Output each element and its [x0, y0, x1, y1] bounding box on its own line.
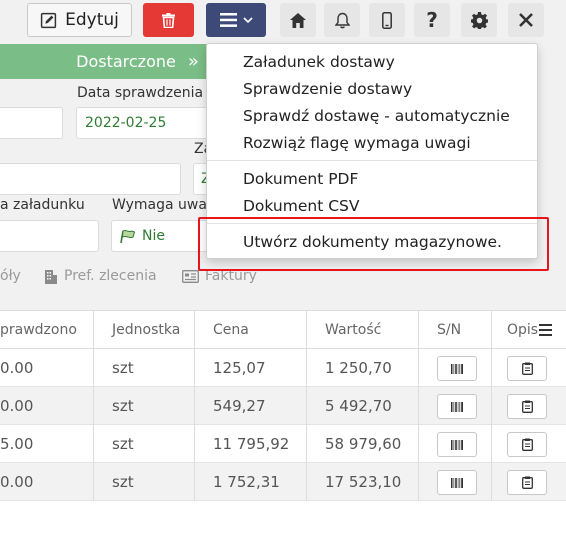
- help-icon: ?: [426, 8, 438, 32]
- bell-icon: [334, 12, 350, 28]
- invoice-icon: [182, 269, 199, 283]
- delete-button[interactable]: [143, 3, 194, 37]
- status-bar[interactable]: Dostarczone »: [0, 44, 220, 79]
- left-field-1[interactable]: [0, 107, 63, 139]
- col-jednostka[interactable]: Jednostka: [112, 311, 180, 349]
- gear-icon: [470, 11, 488, 29]
- cell-jednostka: szt: [112, 397, 134, 415]
- items-table: prawdzono Jednostka Cena Wartość S/N Opi…: [0, 310, 566, 536]
- edit-icon: [40, 12, 57, 28]
- cell-sprawdzono: 0.00: [0, 359, 34, 377]
- close-icon: [519, 13, 533, 27]
- menu-item-dokument-pdf[interactable]: Dokument PDF: [243, 170, 358, 188]
- menu-item-sprawdzenie[interactable]: Sprawdzenie dostawy: [243, 80, 412, 98]
- table-row[interactable]: 0.00 szt 125,07 1 250,70: [0, 349, 566, 387]
- menu-item-zaladunek[interactable]: Załadunek dostawy: [243, 53, 395, 71]
- hamburger-icon: [219, 13, 237, 27]
- wymaga-uwagi-field[interactable]: Nie: [111, 220, 211, 252]
- description-button[interactable]: [507, 356, 547, 381]
- cell-jednostka: szt: [112, 435, 134, 453]
- data-sprawdzenia-field[interactable]: 2022-02-25: [76, 107, 216, 139]
- description-button[interactable]: [507, 470, 547, 495]
- tab-pref-zlecenia-label: Pref. zlecenia: [64, 268, 157, 284]
- col-cena[interactable]: Cena: [213, 311, 249, 349]
- column-divider: [93, 311, 94, 501]
- col-opis[interactable]: Opis: [507, 311, 538, 349]
- barcode-button[interactable]: [437, 470, 477, 495]
- left-field-2[interactable]: [0, 163, 181, 195]
- menu-item-rozwiaz-flage[interactable]: Rozwiąż flagę wymaga uwagi: [243, 134, 471, 152]
- tab-produkty-label: óły: [0, 268, 21, 284]
- status-label: Dostarczone: [76, 52, 176, 71]
- edit-button-label: Edytuj: [65, 10, 119, 30]
- column-divider: [491, 311, 492, 501]
- description-button[interactable]: [507, 432, 547, 457]
- help-button[interactable]: ?: [414, 3, 450, 37]
- column-menu-icon[interactable]: [539, 311, 552, 349]
- notifications-button[interactable]: [324, 3, 360, 37]
- highlight-box: [198, 217, 549, 271]
- mobile-icon: [382, 11, 392, 29]
- data-sprawdzenia-label: Data sprawdzenia: [77, 85, 204, 101]
- wymaga-uwagi-value: Nie: [142, 228, 165, 244]
- data-sprawdzenia-value: 2022-02-25: [85, 115, 167, 131]
- cell-cena: 1 752,31: [213, 473, 280, 491]
- close-button[interactable]: [508, 3, 544, 37]
- actions-menu-button[interactable]: [206, 3, 266, 37]
- barcode-icon: [451, 477, 463, 488]
- cell-cena: 549,27: [213, 397, 266, 415]
- clipboard-icon: [521, 476, 533, 489]
- barcode-icon: [451, 439, 463, 450]
- settings-button[interactable]: [461, 3, 497, 37]
- barcode-button[interactable]: [437, 394, 477, 419]
- flag-icon: [120, 229, 136, 243]
- home-button[interactable]: [280, 3, 316, 37]
- cell-wartosc: 1 250,70: [325, 359, 392, 377]
- mobile-button[interactable]: [369, 3, 405, 37]
- chevron-down-icon: [242, 16, 253, 23]
- trash-icon: [162, 12, 175, 28]
- column-divider: [418, 311, 419, 501]
- toolbar: Edytuj ?: [0, 0, 566, 40]
- cell-sprawdzono: 0.00: [0, 473, 34, 491]
- table-row[interactable]: 0.00 szt 549,27 5 492,70: [0, 387, 566, 425]
- column-divider: [194, 311, 195, 501]
- barcode-button[interactable]: [437, 432, 477, 457]
- col-sprawdzono[interactable]: prawdzono: [0, 311, 77, 349]
- home-icon: [290, 12, 306, 28]
- menu-divider: [207, 160, 537, 161]
- cell-sprawdzono: 0.00: [0, 397, 34, 415]
- cell-cena: 11 795,92: [213, 435, 290, 453]
- menu-item-dokument-csv[interactable]: Dokument CSV: [243, 197, 359, 215]
- barcode-button[interactable]: [437, 356, 477, 381]
- col-wartosc[interactable]: Wartość: [325, 311, 381, 349]
- cell-wartosc: 58 979,60: [325, 435, 402, 453]
- barcode-icon: [451, 363, 463, 374]
- tab-produkty[interactable]: óły: [0, 268, 21, 284]
- zaladunku-label: a załadunku: [0, 197, 85, 213]
- cell-wartosc: 5 492,70: [325, 397, 392, 415]
- cell-wartosc: 17 523,10: [325, 473, 402, 491]
- cell-sprawdzono: 5.00: [0, 435, 34, 453]
- cell-cena: 125,07: [213, 359, 266, 377]
- cell-jednostka: szt: [112, 473, 134, 491]
- column-divider: [306, 311, 307, 501]
- description-button[interactable]: [507, 394, 547, 419]
- wymaga-uwagi-label: Wymaga uwag: [112, 197, 216, 213]
- zaladunku-field[interactable]: [0, 220, 99, 252]
- menu-item-sprawdz-automatycznie[interactable]: Sprawdź dostawę - automatycznie: [243, 107, 510, 125]
- building-icon: [45, 269, 57, 284]
- clipboard-icon: [521, 362, 533, 375]
- edit-button[interactable]: Edytuj: [27, 3, 132, 37]
- clipboard-icon: [521, 438, 533, 451]
- table-row[interactable]: 0.00 szt 1 752,31 17 523,10: [0, 463, 566, 501]
- table-row[interactable]: 5.00 szt 11 795,92 58 979,60: [0, 425, 566, 463]
- tab-pref-zlecenia[interactable]: Pref. zlecenia: [44, 268, 157, 284]
- table-header: prawdzono Jednostka Cena Wartość S/N Opi…: [0, 311, 566, 349]
- clipboard-icon: [521, 400, 533, 413]
- col-sn[interactable]: S/N: [437, 311, 461, 349]
- cell-jednostka: szt: [112, 359, 134, 377]
- double-chevron-right-icon: »: [187, 51, 199, 72]
- barcode-icon: [451, 401, 463, 412]
